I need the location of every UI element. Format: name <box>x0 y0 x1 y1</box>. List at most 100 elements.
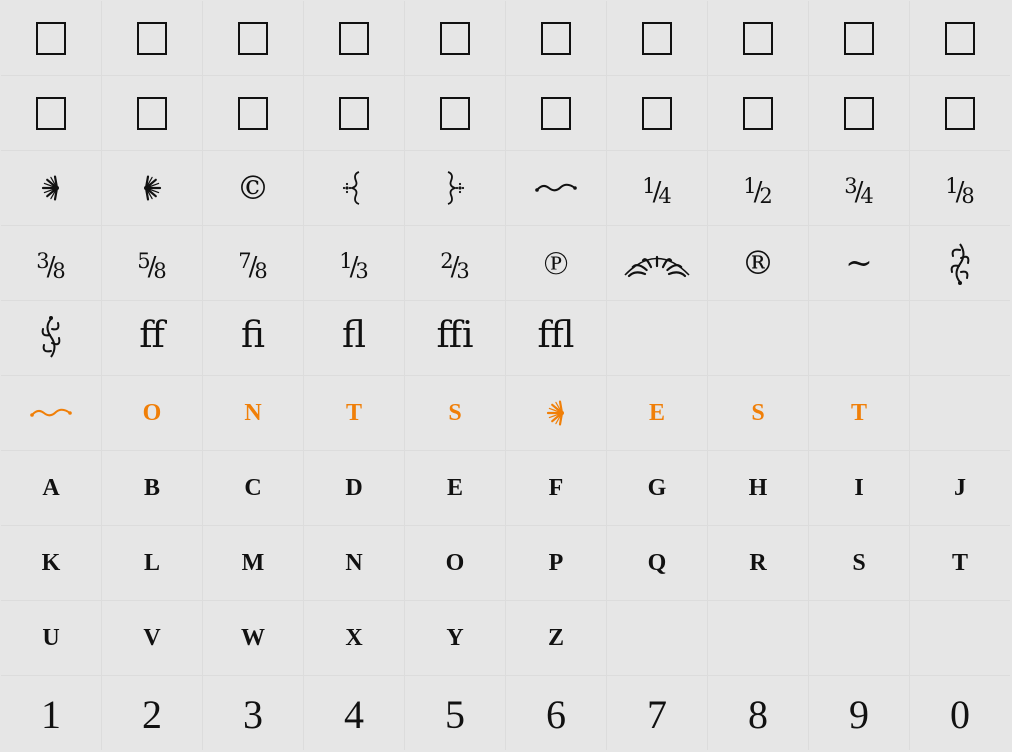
glyph-cell[interactable]: © <box>203 151 303 225</box>
glyph-cell[interactable]: S <box>708 376 808 450</box>
glyph-cell[interactable]: 7/8 <box>203 226 303 300</box>
glyph-cell[interactable] <box>304 1 404 75</box>
glyph-cell[interactable]: N <box>304 526 404 600</box>
glyph-cell[interactable]: 2 <box>102 676 202 750</box>
glyph-cell[interactable] <box>304 76 404 150</box>
glyph-cell[interactable]: 1/4 <box>607 151 707 225</box>
glyph-cell[interactable]: M <box>203 526 303 600</box>
glyph-cell[interactable]: G <box>607 451 707 525</box>
glyph-cell[interactable]: C <box>203 451 303 525</box>
glyph-cell[interactable] <box>1 301 101 375</box>
glyph-cell[interactable]: 3/4 <box>809 151 909 225</box>
glyph-cell[interactable] <box>506 376 606 450</box>
glyph-cell[interactable] <box>708 76 808 150</box>
glyph-cell[interactable] <box>102 1 202 75</box>
glyph-cell[interactable]: 5 <box>405 676 505 750</box>
glyph-cell[interactable]: H <box>708 451 808 525</box>
glyph-cell[interactable]: J <box>910 451 1010 525</box>
glyph-cell[interactable] <box>708 1 808 75</box>
glyph-cell[interactable]: fl <box>304 301 404 375</box>
glyph-cell[interactable]: T <box>910 526 1010 600</box>
glyph-cell[interactable] <box>809 76 909 150</box>
glyph-cell[interactable]: U <box>1 601 101 675</box>
glyph-cell[interactable]: Q <box>607 526 707 600</box>
glyph-cell[interactable] <box>1 376 101 450</box>
glyph-cell[interactable]: ~ <box>809 226 909 300</box>
glyph-cell[interactable] <box>708 601 808 675</box>
glyph-cell[interactable]: B <box>102 451 202 525</box>
glyph-cell[interactable] <box>910 601 1010 675</box>
glyph-cell[interactable]: T <box>809 376 909 450</box>
glyph-cell[interactable]: S <box>809 526 909 600</box>
glyph-cell[interactable] <box>607 301 707 375</box>
glyph-cell[interactable]: X <box>304 601 404 675</box>
glyph-cell[interactable] <box>102 151 202 225</box>
glyph-cell[interactable] <box>910 1 1010 75</box>
glyph-cell[interactable]: Z <box>506 601 606 675</box>
glyph-cell[interactable] <box>910 226 1010 300</box>
glyph-cell[interactable] <box>809 601 909 675</box>
glyph-cell[interactable]: 4 <box>304 676 404 750</box>
glyph-cell[interactable]: 7 <box>607 676 707 750</box>
glyph-cell[interactable] <box>1 151 101 225</box>
glyph-cell[interactable] <box>607 76 707 150</box>
glyph-cell[interactable] <box>506 1 606 75</box>
glyph-cell[interactable] <box>102 76 202 150</box>
glyph-cell[interactable]: K <box>1 526 101 600</box>
glyph-cell[interactable] <box>1 1 101 75</box>
glyph-cell[interactable] <box>203 76 303 150</box>
glyph-cell[interactable]: ffl <box>506 301 606 375</box>
glyph-cell[interactable]: S <box>405 376 505 450</box>
glyph-cell[interactable]: 1/2 <box>708 151 808 225</box>
glyph-cell[interactable]: 1 <box>1 676 101 750</box>
glyph-cell[interactable] <box>405 1 505 75</box>
glyph-cell[interactable] <box>506 151 606 225</box>
glyph-cell[interactable] <box>910 301 1010 375</box>
glyph-cell[interactable] <box>607 601 707 675</box>
glyph-cell[interactable] <box>910 376 1010 450</box>
glyph-cell[interactable]: V <box>102 601 202 675</box>
glyph-cell[interactable]: 2/3 <box>405 226 505 300</box>
glyph-cell[interactable] <box>607 1 707 75</box>
glyph-cell[interactable]: ffi <box>405 301 505 375</box>
glyph-cell[interactable]: fi <box>203 301 303 375</box>
glyph-cell[interactable]: D <box>304 451 404 525</box>
glyph-cell[interactable] <box>405 151 505 225</box>
glyph-cell[interactable]: ff <box>102 301 202 375</box>
glyph-cell[interactable]: P <box>506 526 606 600</box>
glyph-cell[interactable] <box>708 301 808 375</box>
glyph-cell[interactable]: 8 <box>708 676 808 750</box>
glyph-cell[interactable]: O <box>102 376 202 450</box>
glyph-cell[interactable]: F <box>506 451 606 525</box>
glyph-cell[interactable]: I <box>809 451 909 525</box>
glyph-cell[interactable] <box>203 1 303 75</box>
glyph-cell[interactable]: 1/8 <box>910 151 1010 225</box>
glyph-cell[interactable]: A <box>1 451 101 525</box>
glyph-cell[interactable]: 9 <box>809 676 909 750</box>
glyph-cell[interactable]: ℗ <box>506 226 606 300</box>
glyph-cell[interactable]: 6 <box>506 676 606 750</box>
glyph-cell[interactable] <box>809 301 909 375</box>
glyph-cell[interactable] <box>405 76 505 150</box>
glyph-cell[interactable]: T <box>304 376 404 450</box>
glyph-cell[interactable] <box>1 76 101 150</box>
glyph-cell[interactable]: 3 <box>203 676 303 750</box>
glyph-cell[interactable]: E <box>607 376 707 450</box>
glyph-cell[interactable]: 1/3 <box>304 226 404 300</box>
glyph-cell[interactable]: W <box>203 601 303 675</box>
glyph-cell[interactable]: Y <box>405 601 505 675</box>
glyph-cell[interactable]: 3/8 <box>1 226 101 300</box>
glyph-cell[interactable]: L <box>102 526 202 600</box>
glyph-cell[interactable] <box>506 76 606 150</box>
glyph-cell[interactable]: E <box>405 451 505 525</box>
glyph-cell[interactable] <box>607 226 707 300</box>
glyph-cell[interactable] <box>910 76 1010 150</box>
glyph-cell[interactable] <box>809 1 909 75</box>
glyph-cell[interactable]: ® <box>708 226 808 300</box>
glyph-cell[interactable]: N <box>203 376 303 450</box>
glyph-cell[interactable]: O <box>405 526 505 600</box>
glyph-cell[interactable] <box>304 151 404 225</box>
glyph-cell[interactable]: 0 <box>910 676 1010 750</box>
glyph-cell[interactable]: 5/8 <box>102 226 202 300</box>
glyph-cell[interactable]: R <box>708 526 808 600</box>
